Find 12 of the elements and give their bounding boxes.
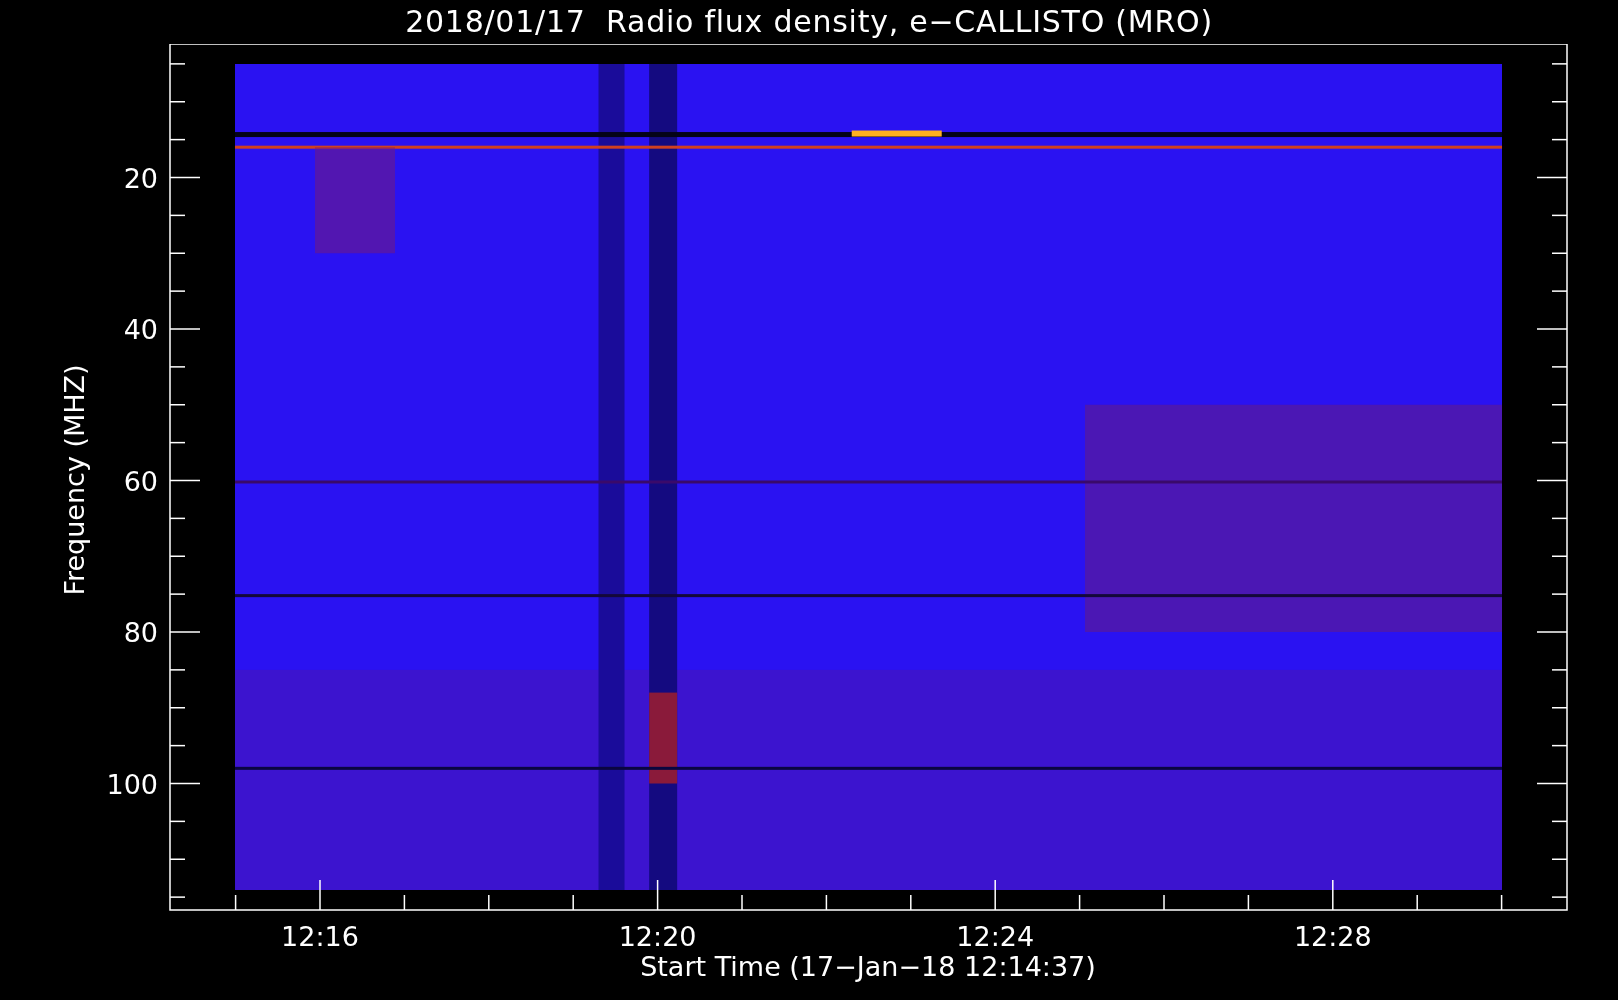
x-tick-label: 12:20: [618, 921, 697, 952]
x-tick-label: 12:16: [281, 921, 359, 952]
x-axis-title: Start Time (17−Jan−18 12:14:37): [640, 951, 1096, 982]
chart-title: 2018/01/17 Radio flux density, e−CALLISTO (MRO): [405, 7, 1213, 37]
y-tick-label: 40: [123, 314, 158, 345]
y-axis-title: Frequency (MHZ): [59, 364, 90, 596]
x-tick-label: 12:28: [1293, 921, 1372, 952]
x-tick-label: 12:24: [956, 921, 1035, 952]
y-tick-label: 20: [123, 162, 158, 194]
y-tick-label: 60: [123, 465, 158, 497]
y-tick-label: 100: [106, 768, 158, 800]
y-tick-label: 80: [123, 617, 158, 648]
